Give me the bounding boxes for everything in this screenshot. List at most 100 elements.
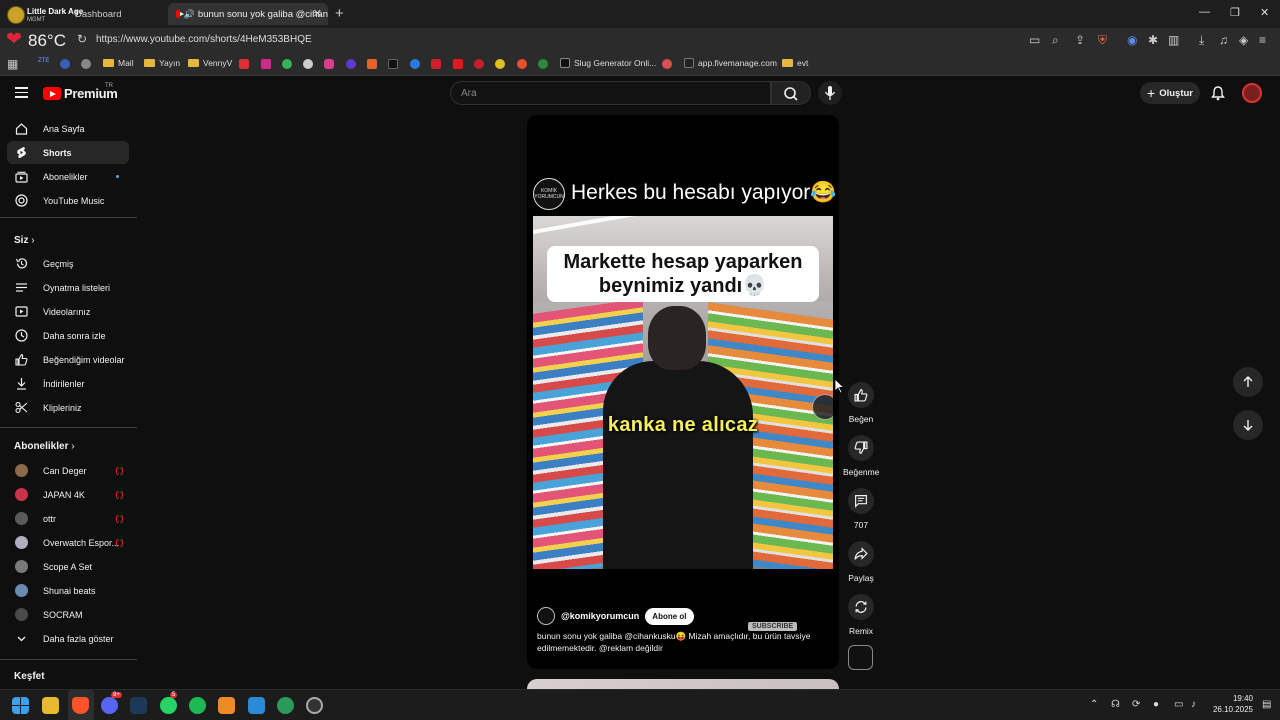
next-short-button[interactable]: [1233, 410, 1263, 440]
app-icon[interactable]: [306, 697, 323, 714]
volume-icon[interactable]: ♪: [1191, 699, 1196, 710]
sidebar-item-clips[interactable]: Klipleriniz: [7, 396, 129, 419]
app-icon[interactable]: [218, 697, 235, 714]
steam-icon[interactable]: [130, 697, 147, 714]
bookmark-icon[interactable]: [410, 59, 420, 69]
sidebar-item-downloads[interactable]: İndirilenler: [7, 372, 129, 395]
file-explorer-icon[interactable]: [42, 697, 59, 714]
restore-icon[interactable]: ❐: [1230, 6, 1240, 19]
previous-short-button[interactable]: [1233, 367, 1263, 397]
subscription-item[interactable]: Overwatch Espor...: [7, 531, 129, 554]
cast-icon[interactable]: ▭: [1029, 33, 1040, 47]
notifications-tray-icon[interactable]: ▤: [1262, 699, 1271, 710]
like-button[interactable]: Beğen: [843, 382, 879, 424]
pinterest-icon[interactable]: [474, 59, 484, 69]
subscription-item[interactable]: Can Deger: [7, 459, 129, 482]
short-player[interactable]: KOMİK YORUMCUN Herkes bu hesabı yapıyor😂…: [527, 115, 839, 669]
show-more-button[interactable]: Daha fazla göster: [7, 627, 129, 650]
windows-start-icon[interactable]: [12, 697, 29, 714]
remix-button[interactable]: Remix: [843, 594, 879, 636]
bookmark-slug-generator[interactable]: Slug Generator Onli...: [560, 58, 656, 68]
sidebar-icon[interactable]: ▥: [1168, 33, 1179, 47]
system-clock[interactable]: 19:40 26.10.2025: [1205, 693, 1253, 715]
mic-tray-icon[interactable]: ●: [1153, 699, 1159, 710]
bookmark-zte[interactable]: ZTE: [38, 58, 49, 64]
headset-icon[interactable]: ☊: [1111, 699, 1120, 710]
bookmark-icon[interactable]: [431, 59, 441, 69]
apps-grid-icon[interactable]: ▦: [7, 57, 18, 71]
bookmark-icon[interactable]: [517, 59, 527, 69]
close-window-icon[interactable]: ✕: [1260, 6, 1269, 19]
url-field[interactable]: https://www.youtube.com/shorts/4HeM353BH…: [96, 34, 312, 45]
bookmark-icon[interactable]: [346, 59, 356, 69]
sidebar-item-shorts[interactable]: Shorts: [7, 141, 129, 164]
bookmark-evt[interactable]: evt: [782, 58, 808, 68]
sidebar-item-subscriptions[interactable]: Abonelikler: [7, 165, 129, 188]
sidebar-item-home[interactable]: Ana Sayfa: [7, 117, 129, 140]
subscription-item[interactable]: Scope A Set: [7, 555, 129, 578]
reload-icon[interactable]: ↻: [77, 32, 87, 46]
bookmark-icon[interactable]: [261, 59, 271, 69]
search-button[interactable]: [771, 81, 811, 105]
speaker-icon[interactable]: 🔊: [184, 9, 195, 20]
bookmark-icon[interactable]: [81, 59, 91, 69]
spotify-icon[interactable]: [189, 697, 206, 714]
download-icon[interactable]: ⤓: [1199, 33, 1204, 48]
instagram-icon[interactable]: [324, 59, 334, 69]
extensions-icon[interactable]: ✱: [1148, 33, 1158, 47]
dislike-button[interactable]: Beğenme: [843, 435, 879, 477]
search-box[interactable]: [450, 81, 771, 105]
bookmark-icon[interactable]: [60, 59, 70, 69]
bookmark-icon[interactable]: [303, 59, 313, 69]
sidebar-item-youtube-music[interactable]: YouTube Music: [7, 189, 129, 212]
zoom-icon[interactable]: ⌕: [1052, 33, 1059, 48]
media-icon[interactable]: ♫: [1219, 33, 1228, 47]
menu-icon[interactable]: ≡: [1259, 33, 1266, 47]
brave-browser-icon[interactable]: [72, 697, 89, 714]
subscription-item[interactable]: JAPAN 4K: [7, 483, 129, 506]
x-icon[interactable]: [388, 59, 398, 69]
create-button[interactable]: + Oluştur: [1140, 82, 1200, 104]
share-page-icon[interactable]: ⇪: [1075, 33, 1085, 47]
youtube-premium-logo[interactable]: Premium TR: [43, 83, 118, 101]
brave-shield-icon[interactable]: ⛨: [1098, 33, 1107, 48]
youtube-icon[interactable]: [453, 59, 463, 69]
subscription-item[interactable]: ottr: [7, 507, 129, 530]
search-input[interactable]: [451, 82, 770, 104]
discord-icon[interactable]: 9+: [101, 692, 122, 714]
share-button[interactable]: Paylaş: [843, 541, 879, 583]
tab-youtube-short[interactable]: 🔊 bunun sonu yok galiba @cihan ✕: [168, 3, 328, 25]
tab-dashboard[interactable]: Dashboard: [72, 3, 162, 25]
comments-button[interactable]: 707: [843, 488, 879, 530]
wallet-icon[interactable]: ◈: [1239, 33, 1248, 47]
soundcloud-icon[interactable]: [367, 59, 377, 69]
subscription-item[interactable]: SOCRAM: [7, 603, 129, 626]
xbox-app-icon[interactable]: [277, 697, 294, 714]
menu-hamburger-icon[interactable]: [15, 87, 28, 98]
subscribe-button[interactable]: Abone ol: [645, 607, 694, 625]
bookmark-fivemanage[interactable]: app.fivemanage.com: [684, 58, 777, 68]
bookmark-icon[interactable]: [282, 59, 292, 69]
app-icon[interactable]: [248, 697, 265, 714]
short-description[interactable]: bunun sonu yok galiba @cihankusku😝 Mizah…: [537, 630, 812, 654]
sidebar-section-you[interactable]: Siz ›: [14, 235, 35, 246]
network-icon[interactable]: ▭: [1174, 699, 1183, 710]
sync-icon[interactable]: ⟳: [1132, 699, 1140, 710]
sidebar-item-your-videos[interactable]: Videolarınız: [7, 300, 129, 323]
sound-source-avatar[interactable]: [848, 645, 873, 670]
minimize-icon[interactable]: —: [1199, 6, 1210, 18]
bookmark-mail[interactable]: Mail: [103, 58, 134, 68]
bookmark-icon[interactable]: [495, 59, 505, 69]
sidebar-section-explore[interactable]: Keşfet: [14, 671, 45, 682]
vpn-icon[interactable]: ◉: [1127, 33, 1137, 47]
close-tab-icon[interactable]: ✕: [313, 7, 322, 20]
bookmark-icon[interactable]: [239, 59, 249, 69]
voice-search-button[interactable]: [818, 81, 842, 105]
bookmark-icon[interactable]: [662, 59, 672, 69]
whatsapp-icon[interactable]: 5: [160, 692, 178, 714]
sidebar-section-subscriptions[interactable]: Abonelikler ›: [14, 441, 75, 452]
bookmark-yayin[interactable]: Yayın: [144, 58, 180, 68]
subscription-item[interactable]: Shunai beats: [7, 579, 129, 602]
sidebar-item-playlists[interactable]: Oynatma listeleri: [7, 276, 129, 299]
sidebar-item-history[interactable]: Geçmiş: [7, 252, 129, 275]
